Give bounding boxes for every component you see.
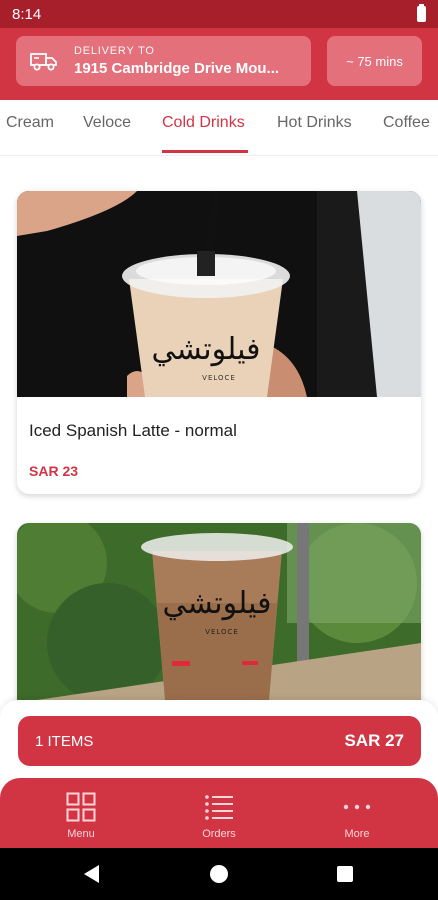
back-icon[interactable] bbox=[84, 865, 99, 883]
grid-icon bbox=[66, 792, 96, 822]
cup-logo-text: فيلوتشي bbox=[152, 332, 261, 367]
delivery-label: DELIVERY TO bbox=[74, 45, 155, 57]
cart-item-count: 1 ITEMS bbox=[35, 732, 94, 750]
product-card[interactable]: فيلوتشي VELOCE Iced Spanish Latte - norm… bbox=[17, 191, 421, 494]
status-time: 8:14 bbox=[12, 5, 42, 23]
nav-more-label: More bbox=[344, 828, 370, 840]
delivery-info: DELIVERY TO 1915 Cambridge Drive Mou... bbox=[74, 45, 299, 77]
tab-coffee[interactable]: Coffee bbox=[383, 114, 430, 132]
product-image: فيلوتشي VELOCE bbox=[17, 191, 421, 397]
eta-button[interactable]: ~ 75 mins bbox=[327, 36, 422, 86]
cup-brand-text: VELOCE bbox=[205, 628, 239, 636]
home-icon[interactable] bbox=[210, 865, 228, 883]
nav-orders[interactable]: Orders bbox=[179, 792, 259, 840]
active-tab-indicator bbox=[162, 150, 248, 153]
bottom-navigation: Menu Orders More bbox=[0, 778, 438, 848]
delivery-address-button[interactable]: DELIVERY TO 1915 Cambridge Drive Mou... bbox=[16, 36, 311, 86]
product-price: SAR 23 bbox=[29, 463, 79, 479]
product-name: Iced Spanish Latte - normal bbox=[29, 421, 237, 440]
cup-logo-text: فيلوتشي bbox=[163, 586, 272, 621]
cup-brand-text: VELOCE bbox=[202, 374, 236, 382]
nav-menu-label: Menu bbox=[67, 828, 95, 840]
cart-total: SAR 27 bbox=[344, 731, 404, 750]
list-icon bbox=[205, 795, 233, 820]
system-navigation-bar bbox=[0, 848, 438, 900]
category-tabs: Cream Veloce Cold Drinks Hot Drinks Coff… bbox=[0, 100, 438, 156]
dots-icon bbox=[343, 804, 371, 810]
nav-more[interactable]: More bbox=[317, 792, 397, 840]
tab-cold-drinks[interactable]: Cold Drinks bbox=[162, 114, 245, 132]
delivery-address: 1915 Cambridge Drive Mou... bbox=[74, 60, 280, 77]
view-cart-button[interactable]: 1 ITEMS SAR 27 bbox=[18, 716, 421, 766]
truck-icon bbox=[30, 53, 57, 71]
status-bar: 8:14 bbox=[0, 0, 438, 28]
tab-veloce[interactable]: Veloce bbox=[83, 114, 131, 132]
product-details: Iced Spanish Latte - normal SAR 23 bbox=[17, 397, 421, 479]
nav-menu[interactable]: Menu bbox=[41, 792, 121, 840]
recents-icon[interactable] bbox=[337, 866, 353, 882]
tab-cream[interactable]: Cream bbox=[6, 114, 54, 132]
tab-hot-drinks[interactable]: Hot Drinks bbox=[277, 114, 352, 132]
app-header: DELIVERY TO 1915 Cambridge Drive Mou... … bbox=[0, 28, 438, 100]
battery-icon bbox=[417, 4, 426, 22]
nav-orders-label: Orders bbox=[202, 828, 236, 840]
